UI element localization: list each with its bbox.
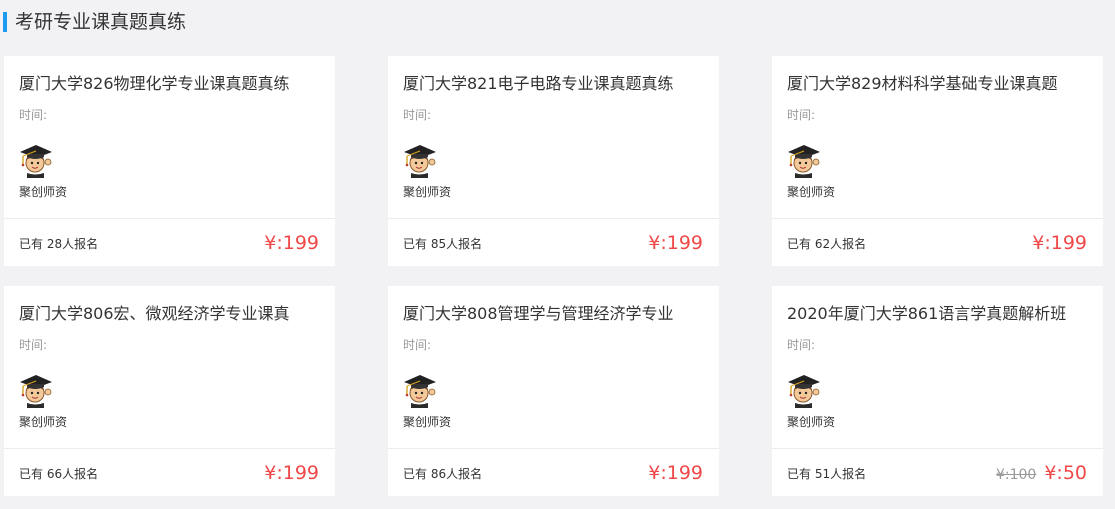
card-divider: [4, 448, 335, 449]
course-price: ¥:199: [264, 232, 319, 254]
price-area: ¥:199: [1032, 231, 1087, 255]
course-title[interactable]: 厦门大学808管理学与管理经济学专业: [403, 302, 708, 326]
course-price: ¥:199: [1032, 232, 1087, 254]
original-price: ¥:100: [995, 467, 1037, 483]
course-title[interactable]: 厦门大学829材料科学基础专业课真题: [787, 72, 1092, 96]
course-card-2[interactable]: 厦门大学821电子电路专业课真题真练 时间: 聚创师资 已有 85人报名 ¥:1…: [388, 56, 719, 266]
teacher-name: 聚创师资: [19, 185, 68, 199]
enroll-count: 已有 85人报名: [403, 237, 483, 251]
card-divider: [4, 218, 335, 219]
price-area: ¥:100 ¥:50: [996, 461, 1087, 487]
course-price: ¥:199: [648, 232, 703, 254]
course-time-label: 时间:: [787, 338, 816, 352]
course-title[interactable]: 厦门大学806宏、微观经济学专业课真: [19, 302, 324, 326]
course-time-label: 时间:: [19, 338, 48, 352]
course-price: ¥:50: [1044, 462, 1087, 484]
teacher-name: 聚创师资: [403, 185, 452, 199]
course-price: ¥:199: [648, 462, 703, 484]
card-divider: [388, 448, 719, 449]
course-card-4[interactable]: 厦门大学806宏、微观经济学专业课真 时间: 聚创师资 已有 66人报名 ¥:1…: [4, 286, 335, 496]
section-header: 考研专业课真题真练: [0, 0, 1115, 44]
teacher-name: 聚创师资: [403, 415, 452, 429]
course-title[interactable]: 厦门大学821电子电路专业课真题真练: [403, 72, 708, 96]
price-area: ¥:199: [264, 461, 319, 485]
course-card-3[interactable]: 厦门大学829材料科学基础专业课真题 时间: 聚创师资 已有 62人报名 ¥:1…: [772, 56, 1103, 266]
section-accent-bar: [3, 12, 7, 32]
card-divider: [388, 218, 719, 219]
graduate-cap-avatar-icon: [20, 145, 52, 178]
teacher-name: 聚创师资: [787, 185, 836, 199]
course-card-1[interactable]: 厦门大学826物理化学专业课真题真练 时间: 聚创师资 已有 28人报名 ¥:1…: [4, 56, 335, 266]
enroll-count: 已有 28人报名: [19, 237, 99, 251]
course-time-label: 时间:: [787, 108, 816, 122]
card-divider: [772, 218, 1103, 219]
course-card-6[interactable]: 2020年厦门大学861语言学真题解析班 时间: 聚创师资 已有 51人报名 ¥…: [772, 286, 1103, 496]
graduate-cap-avatar-icon: [788, 145, 820, 178]
course-time-label: 时间:: [19, 108, 48, 122]
price-area: ¥:199: [264, 231, 319, 255]
teacher-name: 聚创师资: [787, 415, 836, 429]
enroll-count: 已有 62人报名: [787, 237, 867, 251]
enroll-count: 已有 86人报名: [403, 467, 483, 481]
enroll-count: 已有 66人报名: [19, 467, 99, 481]
graduate-cap-avatar-icon: [20, 375, 52, 408]
graduate-cap-avatar-icon: [404, 375, 436, 408]
course-price: ¥:199: [264, 462, 319, 484]
card-divider: [772, 448, 1103, 449]
graduate-cap-avatar-icon: [404, 145, 436, 178]
teacher-name: 聚创师资: [19, 415, 68, 429]
course-time-label: 时间:: [403, 338, 432, 352]
course-card-5[interactable]: 厦门大学808管理学与管理经济学专业 时间: 聚创师资 已有 86人报名 ¥:1…: [388, 286, 719, 496]
course-time-label: 时间:: [403, 108, 432, 122]
course-title[interactable]: 2020年厦门大学861语言学真题解析班: [787, 302, 1092, 326]
section-title: 考研专业课真题真练: [15, 11, 187, 33]
course-title[interactable]: 厦门大学826物理化学专业课真题真练: [19, 72, 324, 96]
graduate-cap-avatar-icon: [788, 375, 820, 408]
price-area: ¥:199: [648, 231, 703, 255]
price-area: ¥:199: [648, 461, 703, 485]
enroll-count: 已有 51人报名: [787, 467, 867, 481]
